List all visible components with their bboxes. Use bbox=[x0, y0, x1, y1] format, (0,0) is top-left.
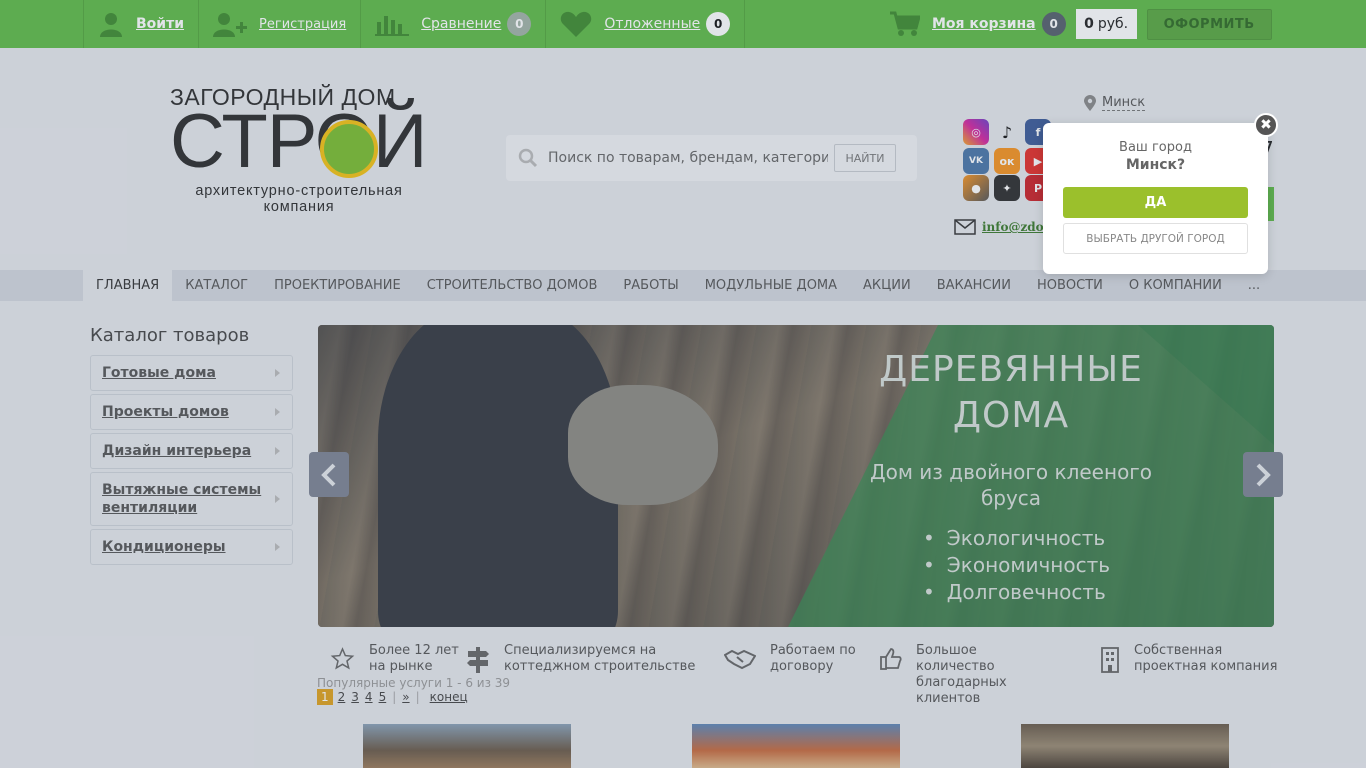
chevron-right-icon bbox=[1256, 463, 1271, 486]
feature-item: Большое количество благодарных клиентов bbox=[880, 643, 1050, 707]
catalog-item[interactable]: Кондиционеры bbox=[90, 529, 293, 565]
slide-subtitle: Дом из двойного клееного бруса bbox=[869, 460, 1153, 510]
search-bar: НАЙТИ bbox=[506, 135, 917, 181]
page-next[interactable]: » bbox=[402, 690, 409, 704]
page-link[interactable]: 5 bbox=[379, 690, 387, 704]
catalog-item[interactable]: Проекты домов bbox=[90, 394, 293, 430]
search-input[interactable] bbox=[548, 150, 828, 166]
slide-bullet: Экологичность bbox=[923, 525, 1110, 552]
page-current: 1 bbox=[317, 689, 333, 705]
slide-bullet: Экономичность bbox=[923, 552, 1110, 579]
popup-question: Ваш город bbox=[1119, 140, 1192, 155]
cart-count-badge: 0 bbox=[1041, 12, 1066, 36]
close-icon[interactable]: ✖ bbox=[1254, 113, 1278, 137]
chevron-left-icon bbox=[321, 463, 336, 486]
compare-count-badge: 0 bbox=[507, 12, 532, 36]
yandex-zen-icon[interactable]: ✦ bbox=[994, 175, 1020, 201]
slide-title: ДЕРЕВЯННЫЕ ДОМА bbox=[879, 349, 1143, 436]
slide-bullets: ЭкологичностьЭкономичностьДолговечность bbox=[923, 525, 1110, 606]
page-link[interactable]: 2 bbox=[338, 690, 346, 704]
logo[interactable]: ЗАГОРОДНЫЙ ДОМ СТРОЙ архитектурно-строит… bbox=[164, 84, 434, 224]
city-selector[interactable]: Минск bbox=[1084, 95, 1146, 111]
login-link[interactable]: Войти bbox=[83, 0, 198, 48]
nav-item[interactable]: ВАКАНСИИ bbox=[924, 270, 1024, 301]
page-link[interactable]: 3 bbox=[351, 690, 359, 704]
service-thumbnail[interactable] bbox=[363, 724, 571, 768]
logo-house-emblem bbox=[320, 120, 378, 178]
heart-icon bbox=[561, 11, 592, 37]
hero-slider[interactable]: ДЕРЕВЯННЫЕ ДОМА Дом из двойного клееного… bbox=[318, 325, 1274, 627]
cart-block: Моя корзина 0 0 руб. ОФОРМИТЬ bbox=[890, 0, 1272, 48]
nav-item[interactable]: ГЛАВНАЯ bbox=[83, 270, 173, 301]
pager-separator: | bbox=[392, 690, 397, 704]
cart-link[interactable]: Моя корзина bbox=[932, 16, 1036, 32]
location-pin-icon bbox=[1084, 95, 1096, 111]
catalog-item[interactable]: Дизайн интерьера bbox=[90, 433, 293, 469]
wishlist-link[interactable]: Отложенные 0 bbox=[545, 0, 746, 48]
slider-next-button[interactable] bbox=[1243, 452, 1283, 497]
signpost-icon bbox=[467, 647, 489, 673]
nav-item[interactable]: СТРОИТЕЛЬСТВО ДОМОВ bbox=[414, 270, 611, 301]
city-confirm-popup: Ваш город Минск? ДА ВЫБРАТЬ ДРУГОЙ ГОРОД bbox=[1043, 123, 1268, 274]
page-last[interactable]: конец bbox=[430, 690, 468, 704]
compare-link[interactable]: Сравнение 0 bbox=[360, 0, 545, 48]
nav-item[interactable]: ... bbox=[1235, 270, 1273, 301]
feature-item: Более 12 лет на рынке bbox=[330, 643, 460, 675]
envelope-icon bbox=[954, 219, 976, 235]
slider-prev-button[interactable] bbox=[309, 452, 349, 497]
logo-line2: СТРОЙ bbox=[170, 99, 428, 184]
cart-sum: 0 руб. bbox=[1075, 9, 1137, 39]
building-icon bbox=[1101, 647, 1119, 673]
search-button[interactable]: НАЙТИ bbox=[834, 144, 896, 172]
pagination: 1 2345 | » | конец bbox=[317, 689, 474, 705]
pager-separator: | bbox=[415, 690, 420, 704]
tiktok-icon[interactable]: ♪ bbox=[994, 119, 1020, 145]
feature-item: Работаем по договору bbox=[724, 643, 864, 675]
catalog-item[interactable]: Вытяжные системы вентиляции bbox=[90, 472, 293, 526]
confirm-city-button[interactable]: ДА bbox=[1063, 187, 1248, 218]
user-icon bbox=[100, 13, 122, 37]
main-nav: ГЛАВНАЯ КАТАЛОГ ПРОЕКТИРОВАНИЕ СТРОИТЕЛЬСТВ… bbox=[0, 270, 1366, 301]
nav-item[interactable]: РАБОТЫ bbox=[610, 270, 691, 301]
service-thumbnail[interactable] bbox=[692, 724, 900, 768]
nav-item[interactable]: НОВОСТИ bbox=[1024, 270, 1116, 301]
vk-icon[interactable]: VK bbox=[963, 148, 989, 174]
wishlist-count-badge: 0 bbox=[706, 12, 731, 36]
popup-city: Минск? bbox=[1125, 157, 1186, 173]
popular-services-count: Популярные услуги 1 - 6 из 39 bbox=[317, 676, 511, 690]
service-thumbnail[interactable] bbox=[1021, 724, 1229, 768]
search-icon bbox=[518, 148, 538, 168]
lifeguard-icon[interactable]: ● bbox=[963, 175, 989, 201]
bar-chart-icon bbox=[375, 16, 410, 36]
catalog-title: Каталог товаров bbox=[90, 325, 250, 346]
choose-other-city-button[interactable]: ВЫБРАТЬ ДРУГОЙ ГОРОД bbox=[1063, 223, 1248, 254]
page-link[interactable]: 4 bbox=[365, 690, 373, 704]
top-bar: Войти Регистрация Сравнение 0 Отложенные… bbox=[0, 0, 1366, 48]
nav-item[interactable]: КАТАЛОГ bbox=[172, 270, 261, 301]
nav-item[interactable]: МОДУЛЬНЫЕ ДОМА bbox=[692, 270, 850, 301]
feature-item: Специализируемся на коттеджном строитель… bbox=[466, 643, 696, 675]
catalog-list: Готовые дома Проекты домов Дизайн интерьер… bbox=[90, 355, 293, 568]
catalog-item[interactable]: Готовые дома bbox=[90, 355, 293, 391]
instagram-icon[interactable]: ◎ bbox=[963, 119, 989, 145]
thumbs-up-icon bbox=[880, 648, 902, 670]
handshake-icon bbox=[724, 649, 756, 670]
cart-icon bbox=[890, 11, 920, 36]
register-link[interactable]: Регистрация bbox=[198, 0, 360, 48]
star-icon bbox=[330, 647, 355, 670]
city-name[interactable]: Минск bbox=[1102, 95, 1146, 111]
nav-item[interactable]: АКЦИИ bbox=[850, 270, 924, 301]
checkout-button[interactable]: ОФОРМИТЬ bbox=[1146, 8, 1272, 40]
slide-bullet: Долговечность bbox=[923, 579, 1110, 606]
logo-tagline: архитектурно-строительная компания bbox=[195, 183, 403, 215]
nav-item[interactable]: О КОМПАНИИ bbox=[1116, 270, 1235, 301]
feature-item: Собственная проектная компания bbox=[1100, 643, 1280, 675]
nav-item[interactable]: ПРОЕКТИРОВАНИЕ bbox=[261, 270, 414, 301]
add-user-icon bbox=[213, 13, 248, 37]
odnoklassniki-icon[interactable]: ок bbox=[994, 148, 1020, 174]
